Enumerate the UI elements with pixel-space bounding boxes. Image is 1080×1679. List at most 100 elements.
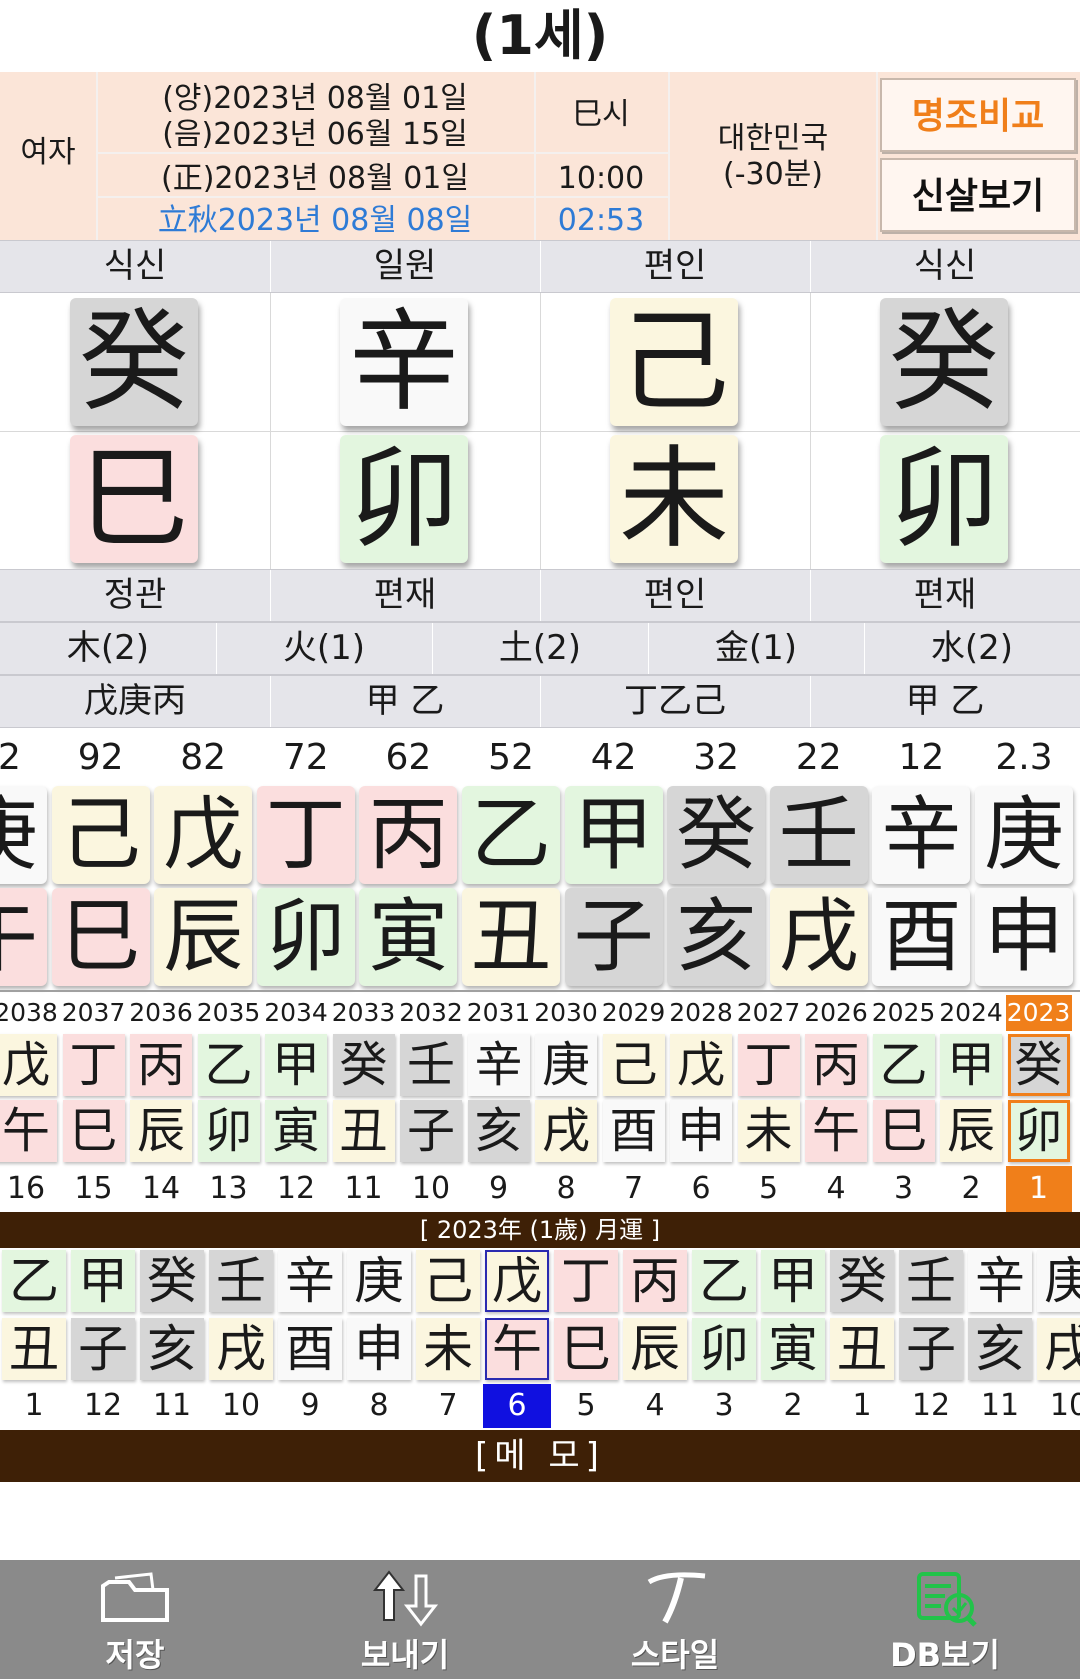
seun-stem[interactable]: 辛 (467, 1034, 530, 1096)
month-number[interactable]: 10 (207, 1384, 275, 1428)
seun-stem[interactable]: 丙 (805, 1034, 867, 1096)
month-stem[interactable]: 甲 (761, 1250, 825, 1312)
month-stem[interactable]: 戊 (485, 1250, 549, 1312)
seun-branch[interactable]: 戌 (535, 1100, 597, 1162)
pillar-stem-day[interactable]: 辛 (340, 298, 468, 426)
seun-year[interactable]: 2026 (803, 995, 869, 1031)
seun-year[interactable]: 2036 (128, 995, 194, 1031)
daewoon-stem[interactable]: 庚 (0, 786, 47, 884)
month-branch[interactable]: 辰 (623, 1318, 687, 1380)
pillar-branch-day[interactable]: 卯 (340, 435, 468, 563)
daewoon-branch[interactable]: 酉 (872, 888, 971, 986)
seun-stem[interactable]: 壬 (400, 1034, 462, 1096)
daewoon-branch[interactable]: 午 (0, 888, 47, 986)
daewoon-stem[interactable]: 丁 (256, 786, 355, 884)
daewoon-branch[interactable]: 巳 (51, 888, 150, 986)
daewoon-stem[interactable]: 甲 (564, 786, 663, 884)
daewoon-branch[interactable]: 丑 (462, 888, 560, 986)
month-number[interactable]: 1 (828, 1384, 896, 1428)
month-stem[interactable]: 癸 (140, 1250, 204, 1312)
month-branch[interactable]: 丑 (830, 1318, 894, 1380)
month-branch[interactable]: 丑 (2, 1318, 66, 1380)
daewoon-stem[interactable]: 戊 (154, 786, 253, 884)
seun-branch[interactable]: 亥 (467, 1100, 530, 1162)
daewoon-branch[interactable]: 辰 (154, 888, 253, 986)
daewoon-stem[interactable]: 庚 (975, 786, 1073, 884)
seun-branch[interactable]: 卯 (197, 1100, 260, 1162)
db-view-button[interactable]: DB보기 (810, 1560, 1080, 1679)
seun-branch[interactable]: 未 (737, 1100, 800, 1162)
month-branch[interactable]: 申 (347, 1318, 411, 1380)
daewoon-stem[interactable]: 癸 (667, 786, 766, 884)
month-number[interactable]: 9 (276, 1384, 344, 1428)
month-stem[interactable]: 乙 (2, 1250, 66, 1312)
month-branch[interactable]: 未 (416, 1318, 480, 1380)
seun-branch[interactable]: 子 (400, 1100, 462, 1162)
daewoon-branch[interactable]: 戌 (769, 888, 868, 986)
month-branch[interactable]: 午 (485, 1318, 549, 1380)
month-number[interactable]: 11 (966, 1384, 1034, 1428)
month-stem[interactable]: 癸 (830, 1250, 894, 1312)
daewoon-stem[interactable]: 己 (51, 786, 150, 884)
seun-branch[interactable]: 辰 (130, 1100, 192, 1162)
seun-year[interactable]: 2028 (668, 995, 734, 1031)
month-number[interactable]: 5 (552, 1384, 620, 1428)
month-number[interactable]: 1 (0, 1384, 68, 1428)
month-number[interactable]: 4 (621, 1384, 689, 1428)
seun-stem[interactable]: 丙 (130, 1034, 192, 1096)
seun-year[interactable]: 2025 (871, 995, 937, 1031)
seun-stem[interactable]: 丁 (62, 1034, 125, 1096)
seun-branch[interactable]: 午 (805, 1100, 867, 1162)
seun-year[interactable]: 2034 (263, 995, 329, 1031)
seun-branch[interactable]: 申 (670, 1100, 732, 1162)
month-number[interactable]: 8 (345, 1384, 413, 1428)
seun-year[interactable]: 2037 (61, 995, 127, 1031)
month-branch[interactable]: 戌 (209, 1318, 273, 1380)
seun-branch[interactable]: 巳 (62, 1100, 125, 1162)
seun-stem[interactable]: 癸 (1007, 1034, 1070, 1096)
seun-year[interactable]: 2035 (196, 995, 262, 1031)
daewoon-branch[interactable]: 子 (564, 888, 663, 986)
month-branch[interactable]: 子 (71, 1318, 135, 1380)
month-branch[interactable]: 亥 (140, 1318, 204, 1380)
month-number[interactable]: 6 (483, 1384, 551, 1428)
pillar-stem-month[interactable]: 己 (610, 298, 738, 426)
seun-branch[interactable]: 卯 (1007, 1100, 1070, 1162)
shinsal-button[interactable]: 신살보기 (880, 158, 1076, 232)
month-stem[interactable]: 辛 (278, 1250, 342, 1312)
month-stem[interactable]: 庚 (347, 1250, 411, 1312)
month-stem[interactable]: 甲 (71, 1250, 135, 1312)
month-branch[interactable]: 卯 (692, 1318, 756, 1380)
seun-year[interactable]: 2031 (466, 995, 532, 1031)
seun-branch[interactable]: 寅 (265, 1100, 327, 1162)
month-number[interactable]: 10 (1035, 1384, 1080, 1428)
seun-stem[interactable]: 癸 (332, 1034, 395, 1096)
seun-stem[interactable]: 丁 (737, 1034, 800, 1096)
seun-branch[interactable]: 丑 (332, 1100, 395, 1162)
seun-branch[interactable]: 酉 (602, 1100, 665, 1162)
month-stem[interactable]: 己 (416, 1250, 480, 1312)
seun-stem[interactable]: 戊 (0, 1034, 57, 1096)
month-branch[interactable]: 酉 (278, 1318, 342, 1380)
daewoon-branch[interactable]: 卯 (256, 888, 355, 986)
daewoon-branch[interactable]: 申 (975, 888, 1073, 986)
pillar-branch-hour[interactable]: 巳 (70, 435, 198, 563)
daewoon-stem[interactable]: 丙 (359, 786, 458, 884)
save-button[interactable]: 저장 (0, 1560, 270, 1679)
month-stem[interactable]: 壬 (899, 1250, 963, 1312)
month-branch[interactable]: 寅 (761, 1318, 825, 1380)
pillar-branch-month[interactable]: 未 (610, 435, 738, 563)
month-number[interactable]: 3 (690, 1384, 758, 1428)
month-number[interactable]: 2 (759, 1384, 827, 1428)
pillar-stem-hour[interactable]: 癸 (70, 298, 198, 426)
pillar-stem-year[interactable]: 癸 (880, 298, 1008, 426)
month-stem[interactable]: 壬 (209, 1250, 273, 1312)
compare-button[interactable]: 명조비교 (880, 78, 1076, 152)
month-number[interactable]: 12 (897, 1384, 965, 1428)
seun-stem[interactable]: 己 (602, 1034, 665, 1096)
month-stem[interactable]: 丙 (623, 1250, 687, 1312)
send-button[interactable]: 보내기 (270, 1560, 540, 1679)
seun-stem[interactable]: 庚 (535, 1034, 597, 1096)
month-branch[interactable]: 子 (899, 1318, 963, 1380)
daewoon-stem[interactable]: 乙 (462, 786, 560, 884)
